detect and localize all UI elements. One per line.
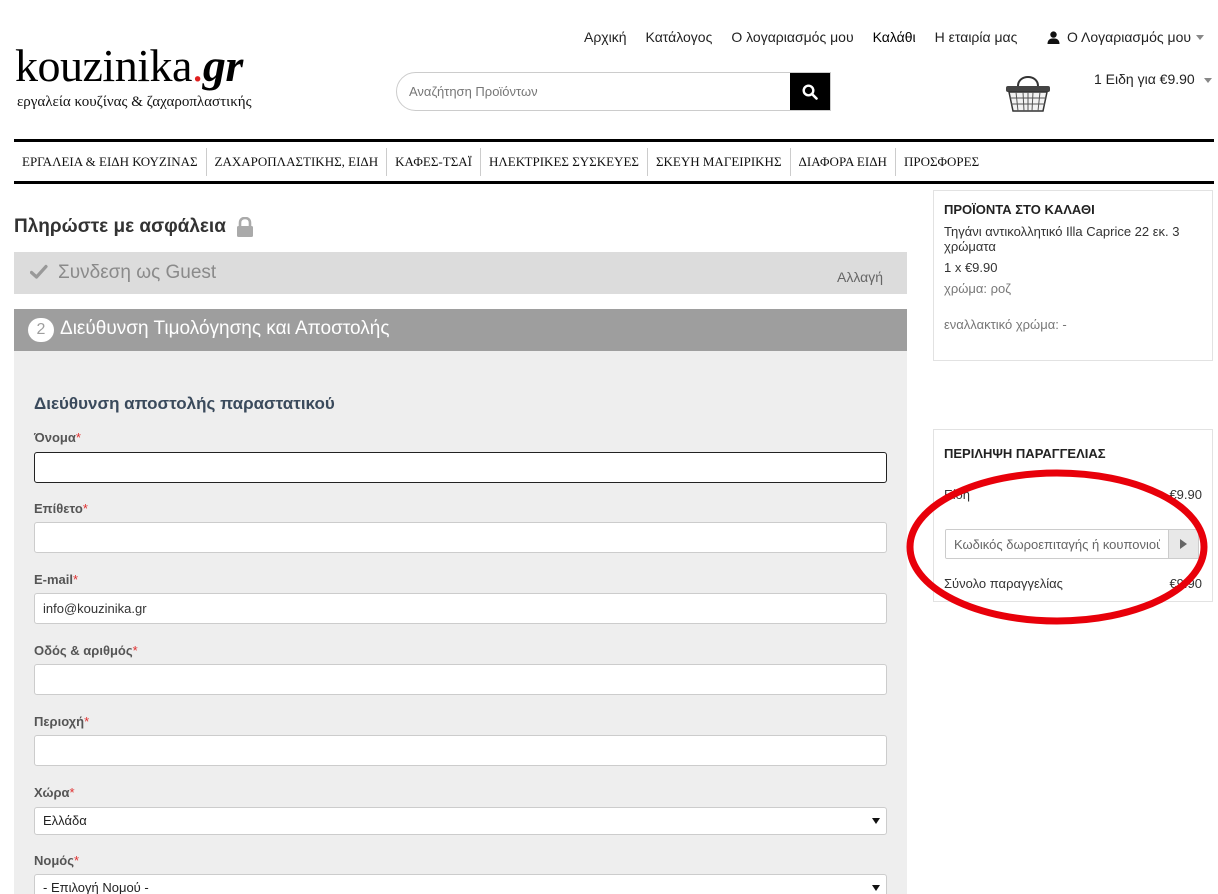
prefecture-select[interactable]: - Επιλογή Νομού - <box>34 874 887 894</box>
nav-coffee-tea[interactable]: ΚΑΦΕΣ-ΤΣΑΪ <box>387 147 481 176</box>
first-name-label: Όνομα* <box>34 430 81 445</box>
label-text: Περιοχή <box>34 714 85 729</box>
email-label: E-mail* <box>34 572 78 587</box>
logo-tagline: εργαλεία κουζίνας & ζαχαροπλαστικής <box>17 94 252 110</box>
account-dropdown[interactable]: Ο Λογαριασμός μου <box>1047 29 1205 45</box>
step-title: Διεύθυνση Τιμολόγησης και Αποστολής <box>60 318 390 339</box>
nav-kitchen-tools[interactable]: ΕΡΓΑΛΕΙΑ & ΕΙΔΗ ΚΟΥΖΙΝΑΣ <box>14 147 207 176</box>
required-mark: * <box>84 714 90 729</box>
cart-product-color: χρώμα: ροζ <box>944 281 1011 296</box>
basket-icon[interactable] <box>1004 70 1052 119</box>
change-step-link[interactable]: Αλλαγή <box>837 269 883 285</box>
lock-icon <box>236 217 253 237</box>
label-text: Χώρα <box>34 785 70 800</box>
nav-pastry[interactable]: ΖΑΧΑΡΟΠΛΑΣΤΙΚΗΣ, ΕΙΔΗ <box>207 147 388 176</box>
area-label: Περιοχή* <box>34 714 89 729</box>
label-text: E-mail <box>34 572 74 587</box>
chevron-down-icon <box>1203 77 1212 83</box>
country-select[interactable]: Ελλάδα <box>34 807 887 835</box>
cart-product-alt-color: εναλλακτικό χρώμα: - <box>944 317 1067 332</box>
top-link-company[interactable]: Η εταιρία μας <box>935 29 1018 45</box>
checkout-step-guest-login: Συνδεση ως Guest Αλλαγή <box>14 252 907 294</box>
top-link-home[interactable]: Αρχική <box>584 29 627 45</box>
area-input[interactable] <box>34 735 887 766</box>
email-input[interactable] <box>34 593 887 624</box>
country-selected-value: Ελλάδα <box>43 813 87 828</box>
top-links: Αρχική Κατάλογος Ο λογαριασμός μου Καλάθ… <box>584 29 1036 45</box>
search-icon <box>802 83 818 100</box>
first-name-input[interactable] <box>34 452 887 483</box>
nav-offers[interactable]: ΠΡΟΣΦΟΡΕΣ <box>896 148 987 176</box>
required-mark: * <box>69 785 75 800</box>
required-mark: * <box>132 643 138 658</box>
cart-box-title: ΠΡΟΪΟΝΤΑ ΣΤΟ ΚΑΛΑΘΙ <box>944 202 1095 217</box>
logo-wordmark: kouzinika.gr <box>15 40 252 92</box>
country-label: Χώρα* <box>34 785 75 800</box>
required-mark: * <box>73 572 79 587</box>
label-text: Επίθετο <box>34 501 83 516</box>
summary-box-title: ΠΕΡΙΛΗΨΗ ΠΑΡΑΓΓΕΛΙΑΣ <box>944 446 1106 461</box>
last-name-input[interactable] <box>34 522 887 553</box>
prefecture-label: Νομός* <box>34 853 79 868</box>
dropdown-arrow-icon <box>872 885 880 891</box>
top-link-my-account[interactable]: Ο λογαριασμός μου <box>731 29 853 45</box>
user-icon <box>1047 30 1060 44</box>
address-form-panel: Διεύθυνση αποστολής παραστατικού Όνομα* … <box>14 351 907 894</box>
required-mark: * <box>73 853 80 868</box>
page-title: Πληρώστε με ασφάλεια <box>14 216 254 238</box>
cart-summary-dropdown[interactable]: 1 Ειδη για €9.90 <box>1094 71 1212 87</box>
nav-cookware[interactable]: ΣΚΕΥΗ ΜΑΓΕΙΡΙΚΗΣ <box>648 147 791 176</box>
street-input[interactable] <box>34 664 887 695</box>
search-bar <box>396 72 831 111</box>
cart-product-name[interactable]: Τηγάνι αντικολλητικό Illa Caprice 22 εκ.… <box>944 224 1194 254</box>
top-link-cart[interactable]: Καλάθι <box>873 29 916 45</box>
required-mark: * <box>75 430 81 445</box>
step-number-badge: 2 <box>28 318 54 342</box>
site-logo[interactable]: kouzinika.gr εργαλεία κουζίνας & ζαχαροπ… <box>15 40 252 111</box>
cart-summary-text: 1 Ειδη για €9.90 <box>1094 71 1195 87</box>
cart-products-box: ΠΡΟΪΟΝΤΑ ΣΤΟ ΚΑΛΑΘΙ Τηγάνι αντικολλητικό… <box>933 190 1213 361</box>
top-link-catalog[interactable]: Κατάλογος <box>646 29 713 45</box>
required-mark: * <box>82 501 88 516</box>
label-text: Οδός & αριθμός <box>34 643 133 658</box>
street-label: Οδός & αριθμός* <box>34 643 138 658</box>
search-input[interactable] <box>397 73 790 110</box>
nav-appliances[interactable]: ΗΛΕΚΤΡΙΚΕΣ ΣΥΣΚΕΥΕΣ <box>481 147 648 176</box>
checkout-step-billing-shipping: 2 Διεύθυνση Τιμολόγησης και Αποστολής <box>14 309 907 367</box>
form-heading: Διεύθυνση αποστολής παραστατικού <box>34 394 335 413</box>
nav-misc[interactable]: ΔΙΑΦΟΡΑ ΕΙΔΗ <box>791 147 896 176</box>
label-text: Όνομα <box>34 430 76 445</box>
logo-name: kouzinika <box>15 40 192 91</box>
prefecture-selected-value: - Επιλογή Νομού - <box>43 880 149 894</box>
account-label: Ο Λογαριασμός μου <box>1067 29 1192 45</box>
logo-dot: . <box>191 40 204 91</box>
last-name-label: Επίθετο* <box>34 501 88 516</box>
cart-product-qty-price: 1 x €9.90 <box>944 260 998 275</box>
search-button[interactable] <box>790 73 830 110</box>
dropdown-arrow-icon <box>872 818 880 824</box>
page-title-text: Πληρώστε με ασφάλεια <box>14 216 226 237</box>
logo-tld: gr <box>202 40 243 91</box>
chevron-down-icon <box>1196 34 1205 40</box>
check-icon <box>30 264 48 279</box>
label-text: Νομός <box>34 853 74 868</box>
step-title: Συνδεση ως Guest <box>58 262 217 283</box>
annotation-circle <box>906 469 1208 625</box>
main-navigation: ΕΡΓΑΛΕΙΑ & ΕΙΔΗ ΚΟΥΖΙΝΑΣ ΖΑΧΑΡΟΠΛΑΣΤΙΚΗΣ… <box>14 139 1214 184</box>
